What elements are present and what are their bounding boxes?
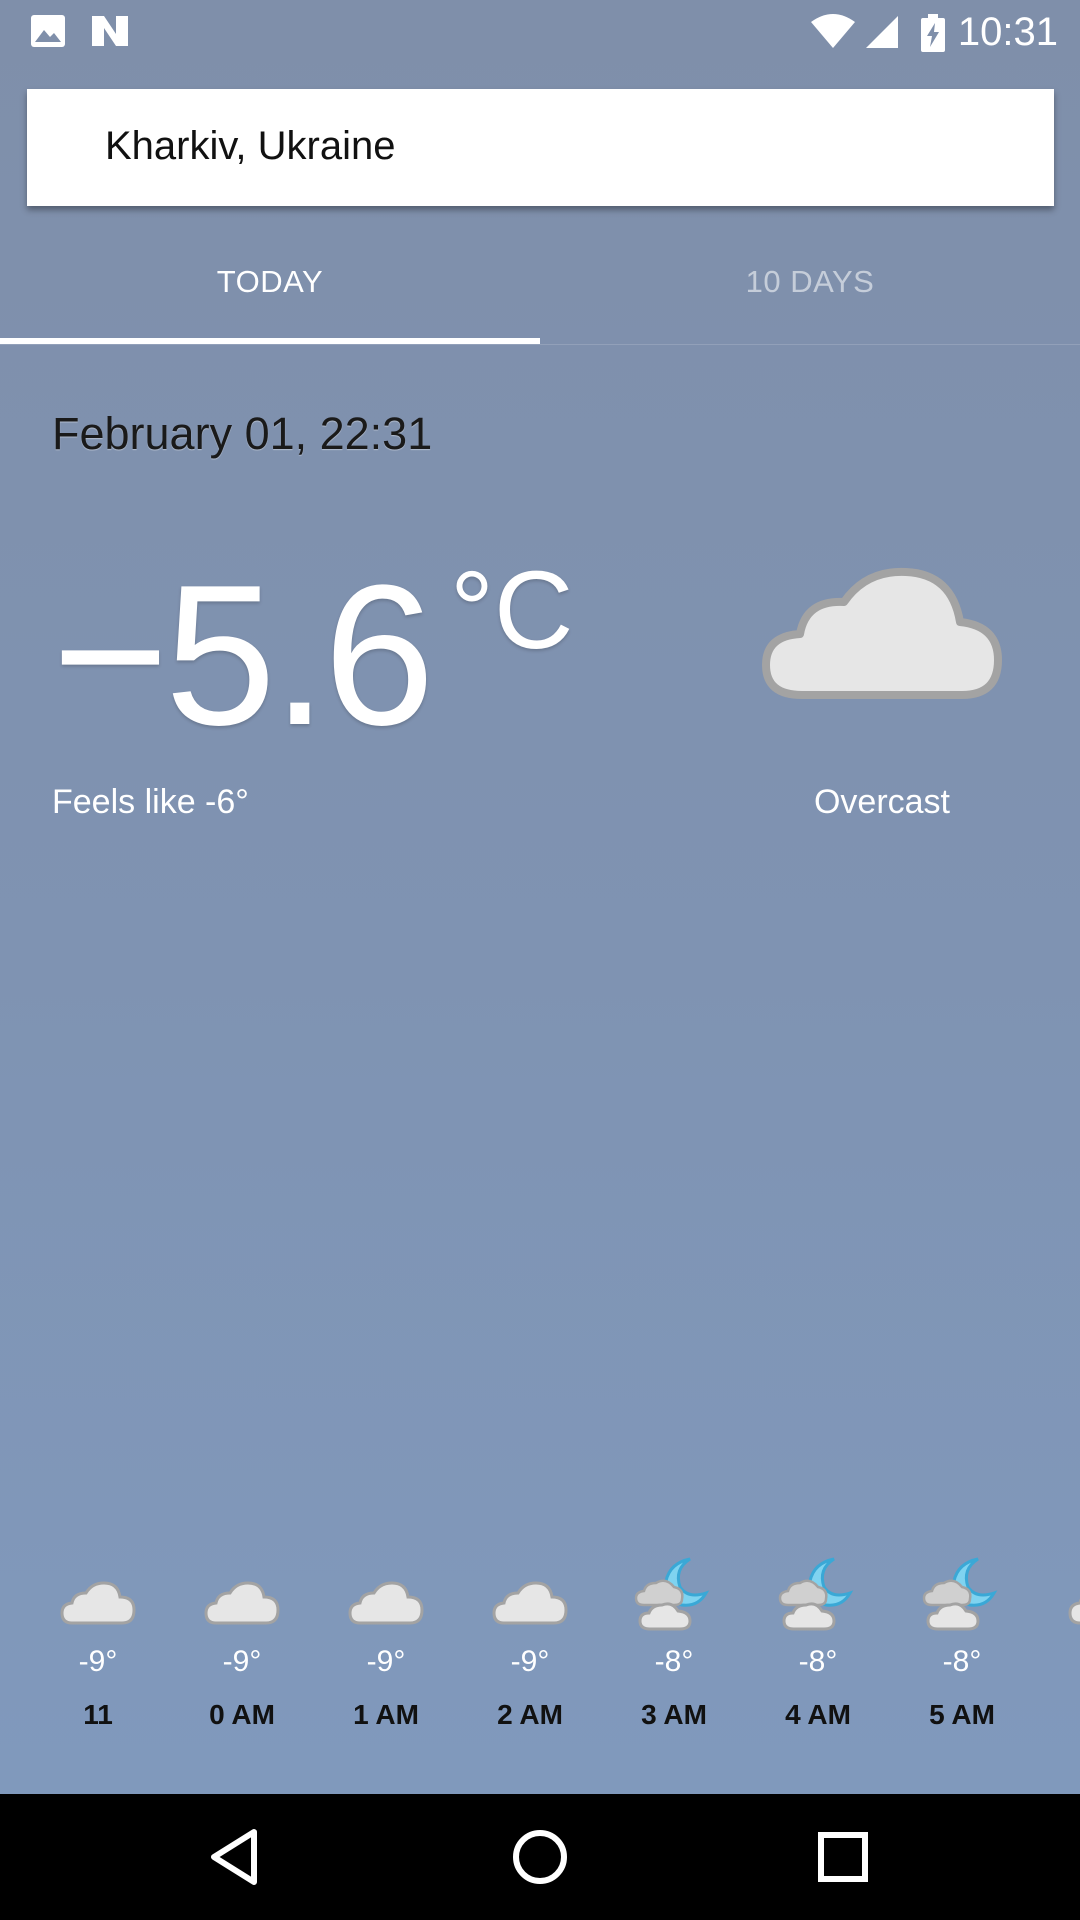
temperature-unit: °C — [450, 549, 574, 672]
cloudy-night-icon — [634, 1557, 710, 1631]
hourly-item: -8° 3 AM — [602, 1555, 746, 1731]
hourly-time: 3 AM — [641, 1699, 707, 1730]
image-icon — [31, 15, 65, 47]
home-icon[interactable] — [505, 1822, 575, 1892]
hourly-item: -8° 5 AM — [890, 1555, 1034, 1731]
hourly-time: 5 AM — [929, 1699, 995, 1730]
tab-bar: TODAY 10 DAYS — [0, 232, 1080, 345]
cloud-icon — [60, 1581, 136, 1625]
tab-10-days[interactable]: 10 DAYS — [540, 232, 1080, 332]
condition-text: Overcast — [813, 783, 951, 821]
tab-today[interactable]: TODAY — [0, 232, 540, 332]
back-icon[interactable] — [200, 1822, 270, 1892]
cloudy-night-icon — [778, 1557, 854, 1631]
temperature-value: −5.6 — [52, 544, 435, 767]
hourly-temp: -8° — [798, 1645, 838, 1678]
hourly-time: 1 AM — [353, 1699, 419, 1730]
hourly-temp: -9° — [222, 1645, 262, 1678]
current-temperature: −5.6 °C — [52, 556, 573, 756]
hourly-item: -9° 0 AM — [170, 1555, 314, 1731]
hourly-temp: -9° — [510, 1645, 550, 1678]
hourly-time: 2 AM — [497, 1699, 563, 1730]
hourly-temp: -8° — [654, 1645, 694, 1678]
status-bar: 10:31 — [0, 0, 1080, 64]
cloudy-night-icon — [922, 1557, 998, 1631]
hourly-temp: -9° — [366, 1645, 406, 1678]
wifi-icon — [811, 14, 855, 48]
location-text[interactable]: Kharkiv, Ukraine — [105, 124, 395, 169]
hourly-item: -9° 2 AM — [458, 1555, 602, 1731]
hourly-item: -9° 1 AM — [314, 1555, 458, 1731]
hourly-time: 11 — [83, 1699, 113, 1730]
battery-charging-icon — [921, 14, 945, 52]
hourly-item: -8° 4 AM — [746, 1555, 890, 1731]
recents-icon[interactable] — [808, 1822, 878, 1892]
cloud-icon — [762, 567, 1002, 699]
hourly-time: 4 AM — [785, 1699, 851, 1730]
cloud-icon — [348, 1581, 424, 1625]
cloud-icon — [204, 1581, 280, 1625]
n-app-icon — [92, 16, 128, 46]
navigation-bar — [0, 1794, 1080, 1920]
feels-like-text: Feels like -6° — [52, 783, 249, 821]
current-datetime: February 01, 22:31 — [52, 408, 433, 459]
hourly-time: 0 AM — [209, 1699, 275, 1730]
hourly-temp: -8° — [942, 1645, 982, 1678]
location-search-box[interactable]: Kharkiv, Ukraine — [27, 89, 1054, 206]
tab-indicator — [0, 338, 540, 344]
signal-icon — [866, 16, 898, 48]
cloud-icon — [492, 1581, 568, 1625]
hourly-forecast[interactable]: -9° 11 -9° 0 AM -9° 1 AM -9° 2 AM -8° 3 … — [0, 1555, 1080, 1745]
hourly-temp: -9° — [78, 1645, 118, 1678]
status-time: 10:31 — [957, 10, 1058, 54]
hourly-item-partial — [1034, 1555, 1080, 1635]
cloud-icon — [1068, 1598, 1080, 1625]
hourly-item: -9° 11 — [26, 1555, 170, 1731]
